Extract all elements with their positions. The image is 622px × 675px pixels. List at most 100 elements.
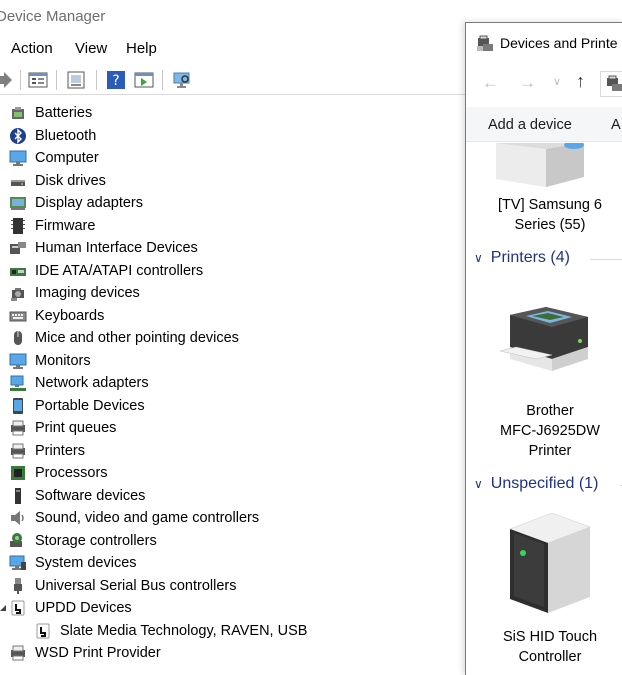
device-label-line: Controller [518,649,582,665]
tree-node-storage-controller[interactable]: Storage controllers [9,530,157,552]
command-bar: Add a device A [466,107,622,142]
tree-node-label: WSD Print Provider [35,645,161,661]
device-label-line: MFC-J6925DW [500,423,600,439]
chevron-down-icon: ∨ [474,477,483,491]
tree-node-hid[interactable]: Human Interface Devices [9,237,198,259]
unspecified-device-label[interactable]: SiS HID Touch Controller [466,627,622,667]
tree-node-software-device[interactable]: Software devices [9,485,145,507]
tree-node-updd[interactable]: UPDD Devices [0,597,132,619]
group-divider [590,259,622,260]
recent-locations-icon[interactable]: ∨ [553,75,561,88]
unspecified-device-icon[interactable] [502,513,596,617]
printer-icon [11,443,25,458]
scan-hardware-icon[interactable] [172,70,192,90]
up-arrow-icon[interactable]: ↑ [576,71,585,92]
tree-node-computer[interactable]: Computer [9,147,99,169]
tree-node-portable-device[interactable]: Portable Devices [9,395,145,417]
display-adapter-icon [10,197,26,210]
tree-node-sound[interactable]: Sound, video and game controllers [9,507,259,529]
tree-node-bluetooth[interactable]: Bluetooth [9,125,96,147]
menu-view[interactable]: View [75,40,107,57]
tree-node-label: Universal Serial Bus controllers [35,577,237,594]
tree-node-label: Storage controllers [35,532,157,549]
navigation-bar: ← → ∨ ↑ [466,67,622,103]
computer-icon [9,150,27,166]
software-device-icon [15,487,21,504]
tree-node-firmware[interactable]: Firmware [9,215,95,237]
printer-device-label[interactable]: Brother MFC-J6925DW Printer [466,401,622,461]
address-bar[interactable] [600,71,622,97]
tree-node-label: Sound, video and game controllers [35,510,260,526]
window-title: Device Manager [0,8,106,25]
tree-node-label: Display adapters [35,195,143,211]
tree-node-label: Processors [35,465,108,481]
tree-node-updd-device[interactable]: Slate Media Technology, RAVEN, USB [34,620,307,642]
tree-node-system-device[interactable]: System devices [9,552,137,574]
toolbar-separator [56,70,57,90]
monitor-icon [9,353,27,369]
tree-node-display-adapter[interactable]: Display adapters [9,192,143,214]
tv-device-icon[interactable] [492,143,592,189]
tree-node-label: Network adapters [35,375,149,391]
chevron-down-icon: ∨ [474,251,483,265]
device-label-line: Series (55) [514,217,586,233]
device-label-line: SiS HID Touch [502,629,598,645]
tree-node-usb[interactable]: Universal Serial Bus controllers [9,575,236,597]
tree-node-processor[interactable]: Processors [9,462,108,484]
imaging-device-icon [11,288,24,301]
forward-arrow-icon[interactable]: → [519,73,536,93]
tree-node-printer[interactable]: Printers [9,440,85,462]
command-truncated-button[interactable]: A [611,117,621,133]
tree-node-label: Firmware [35,217,96,234]
tree-node-label: UPDD Devices [35,600,132,616]
tree-node-battery[interactable]: Batteries [9,102,92,124]
tree-node-monitor[interactable]: Monitors [9,350,91,372]
keyboard-icon [9,311,27,321]
mouse-icon [14,331,22,345]
tree-node-imaging-device[interactable]: Imaging devices [9,282,140,304]
tree-node-label: Batteries [35,105,93,121]
expanded-arrow-icon[interactable] [0,605,6,611]
group-unspecified-header[interactable]: ∨ Unspecified (1) [474,475,598,493]
run-icon[interactable] [134,70,154,90]
tree-node-label: Human Interface Devices [35,240,198,256]
tree-node-disk-drive[interactable]: Disk drives [9,170,106,192]
tree-node-label: System devices [35,555,137,571]
tv-device-label[interactable]: [TV] Samsung 6 Series (55) [466,195,622,235]
tree-node-label: Slate Media Technology, RAVEN, USB [60,622,308,639]
tree-node-ide-controller[interactable]: IDE ATA/ATAPI controllers [9,260,203,282]
tree-node-network-adapter[interactable]: Network adapters [9,372,149,394]
tree-node-mouse[interactable]: Mice and other pointing devices [9,327,239,349]
tree-node-label: IDE ATA/ATAPI controllers [35,262,204,279]
tree-node-print-queue[interactable]: Print queues [9,417,116,439]
firmware-icon [11,217,25,234]
tree-node-label: Keyboards [35,307,105,324]
tree-node-label: Imaging devices [35,285,140,301]
bluetooth-icon [10,127,26,144]
network-adapter-icon [10,375,26,391]
group-printers-header[interactable]: ∨ Printers (4) [474,249,570,267]
tree-node-keyboard[interactable]: Keyboards [9,305,104,327]
properties-icon[interactable] [28,70,48,90]
devices-printers-window: Devices and Printe ← → ∨ ↑ Add a device … [465,22,622,675]
forward-arrow-icon[interactable] [0,70,14,90]
toolbar-separator [20,70,21,90]
update-driver-icon[interactable] [66,70,86,90]
hid-icon [10,242,26,254]
dp-window-title: Devices and Printe [500,35,618,51]
menu-help[interactable]: Help [126,40,157,57]
menu-action[interactable]: Action [11,40,53,57]
toolbar-separator [162,70,163,90]
devices-printers-icon [607,75,622,91]
printer-device-icon[interactable] [496,307,602,375]
wsd-print-icon [11,645,25,661]
group-unspecified-label: Unspecified (1) [490,475,599,492]
add-device-button[interactable]: Add a device [488,117,572,133]
tree-node-wsd-print[interactable]: WSD Print Provider [9,642,161,664]
help-icon[interactable]: ? [106,70,126,90]
toolbar-separator [96,70,97,90]
disk-drive-icon [11,179,25,186]
device-label-line: [TV] Samsung 6 [498,197,602,213]
back-arrow-icon[interactable]: ← [482,73,499,93]
print-queue-icon [11,420,25,436]
